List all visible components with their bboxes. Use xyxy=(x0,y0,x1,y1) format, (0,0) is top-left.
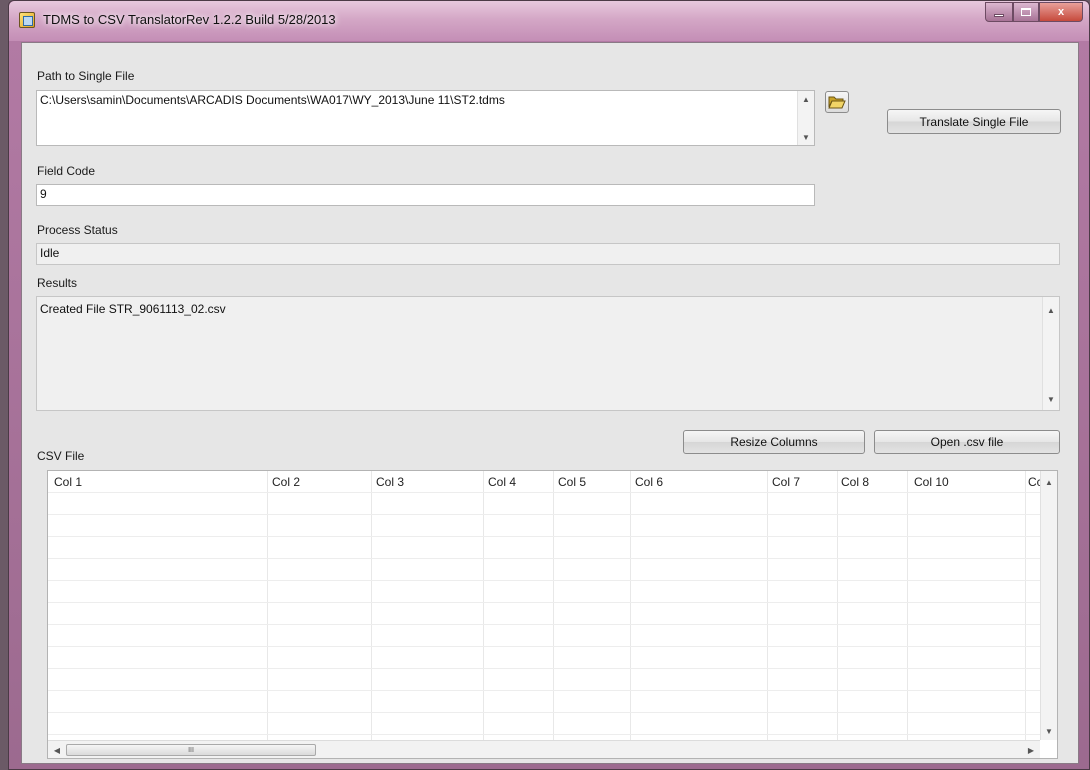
scroll-up-icon[interactable]: ▲ xyxy=(1041,475,1057,489)
path-input[interactable]: C:\Users\samin\Documents\ARCADIS Documen… xyxy=(36,90,815,146)
app-window: TDMS to CSV TranslatorRev 1.2.2 Build 5/… xyxy=(8,0,1090,770)
table-row[interactable] xyxy=(48,669,1040,691)
folder-open-icon xyxy=(828,96,846,109)
minimize-icon xyxy=(994,13,1004,17)
csv-file-label: CSV File xyxy=(37,449,85,463)
translate-single-file-button[interactable]: Translate Single File xyxy=(887,109,1061,134)
scroll-grip-icon: III xyxy=(188,746,194,754)
main-panel: Path to Single File C:\Users\samin\Docum… xyxy=(21,42,1079,764)
scroll-right-icon[interactable]: ▶ xyxy=(1024,743,1038,757)
app-icon xyxy=(19,12,35,28)
table-row[interactable] xyxy=(48,515,1040,537)
results-value: Created File STR_9061113_02.csv xyxy=(40,302,226,316)
window-controls: x xyxy=(985,2,1083,22)
scroll-down-icon[interactable]: ▼ xyxy=(1043,392,1059,406)
browse-folder-button[interactable] xyxy=(825,91,849,113)
title-bar[interactable]: TDMS to CSV TranslatorRev 1.2.2 Build 5/… xyxy=(9,1,1089,41)
table-row[interactable] xyxy=(48,625,1040,647)
scroll-down-icon[interactable]: ▼ xyxy=(798,130,814,144)
scroll-up-icon[interactable]: ▲ xyxy=(798,92,814,106)
path-value: C:\Users\samin\Documents\ARCADIS Documen… xyxy=(40,93,505,107)
table-row[interactable] xyxy=(48,603,1040,625)
scroll-thumb[interactable]: III xyxy=(66,744,316,756)
path-scrollbar[interactable]: ▲ ▼ xyxy=(797,91,814,145)
table-row[interactable] xyxy=(48,537,1040,559)
table-row[interactable] xyxy=(48,493,1040,515)
csv-table-body: Col 1 Col 2 Col 3 Col 4 Col 5 Col 6 Col … xyxy=(48,471,1040,740)
minimize-button[interactable] xyxy=(985,2,1013,22)
table-row[interactable] xyxy=(48,647,1040,669)
table-row[interactable] xyxy=(48,691,1040,713)
results-label: Results xyxy=(37,276,78,290)
path-label: Path to Single File xyxy=(37,69,135,83)
scroll-down-icon[interactable]: ▼ xyxy=(1041,724,1057,738)
maximize-icon xyxy=(1021,8,1031,16)
table-row[interactable] xyxy=(48,581,1040,603)
table-row[interactable] xyxy=(48,713,1040,735)
scroll-left-icon[interactable]: ◀ xyxy=(50,743,64,757)
table-row[interactable] xyxy=(48,559,1040,581)
table-vertical-scrollbar[interactable]: ▲ ▼ xyxy=(1040,471,1057,740)
resize-columns-button[interactable]: Resize Columns xyxy=(683,430,865,454)
window-title: TDMS to CSV TranslatorRev 1.2.2 Build 5/… xyxy=(43,12,336,27)
table-horizontal-scrollbar[interactable]: ◀ III ▶ xyxy=(48,740,1040,758)
field-code-label: Field Code xyxy=(37,164,96,178)
scroll-up-icon[interactable]: ▲ xyxy=(1043,303,1059,317)
process-status-label: Process Status xyxy=(37,223,118,237)
process-status-field: Idle xyxy=(36,243,1060,265)
open-csv-file-button[interactable]: Open .csv file xyxy=(874,430,1060,454)
table-header-row xyxy=(48,471,1040,493)
close-icon: x xyxy=(1057,6,1065,18)
results-textbox[interactable]: Created File STR_9061113_02.csv ▲ ▼ xyxy=(36,296,1060,411)
close-button[interactable]: x xyxy=(1039,2,1083,22)
results-scrollbar[interactable]: ▲ ▼ xyxy=(1042,297,1059,410)
csv-table[interactable]: Col 1 Col 2 Col 3 Col 4 Col 5 Col 6 Col … xyxy=(47,470,1058,759)
field-code-input[interactable]: 9 xyxy=(36,184,815,206)
maximize-button[interactable] xyxy=(1013,2,1039,22)
